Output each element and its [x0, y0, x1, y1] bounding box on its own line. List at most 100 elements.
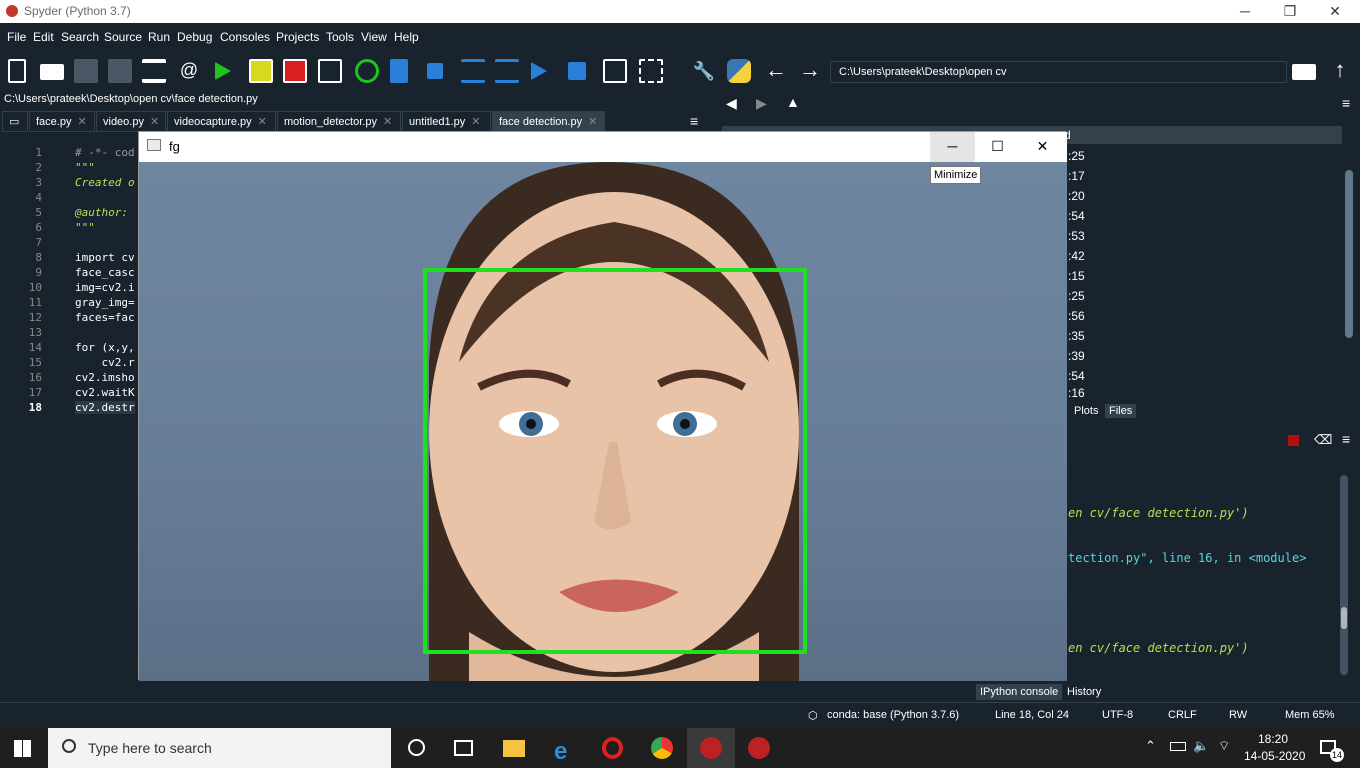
menu-search[interactable]: Search — [61, 30, 99, 44]
files-forward-icon[interactable]: ▶ — [756, 95, 767, 112]
clear-console-icon[interactable]: ⌫ — [1314, 432, 1332, 448]
close-button[interactable]: ✕ — [1312, 0, 1358, 23]
at-icon[interactable]: @ — [177, 59, 201, 83]
outline-icon[interactable] — [142, 59, 166, 83]
tab-untitled1-py[interactable]: untitled1.py ✕ — [402, 111, 491, 132]
chrome-icon[interactable] — [651, 737, 673, 759]
close-tab-icon[interactable]: ✕ — [258, 116, 267, 128]
tab-browse-icon[interactable]: ▭ — [2, 111, 28, 132]
preferences-wrench-icon[interactable]: 🔧 — [692, 59, 716, 83]
tab-label: face detection.py — [499, 116, 583, 128]
tab-motion-detector-py[interactable]: motion_detector.py ✕ — [277, 111, 401, 132]
file-explorer-icon[interactable] — [503, 740, 525, 757]
tab-history[interactable]: History — [1063, 684, 1105, 700]
close-tab-icon[interactable]: ✕ — [77, 116, 86, 128]
console-scrollbar[interactable] — [1340, 475, 1348, 675]
spyder-second-taskbar-icon[interactable] — [748, 737, 770, 759]
tab-ipython-console[interactable]: IPython console — [976, 684, 1063, 700]
run-cell-icon[interactable] — [249, 59, 273, 83]
interrupt-kernel-icon[interactable] — [1288, 435, 1299, 446]
tab-files[interactable]: Files — [1105, 404, 1137, 418]
cortana-icon[interactable] — [408, 739, 425, 756]
parent-dir-arrow-icon[interactable]: ↑ — [1328, 59, 1352, 83]
menu-tools[interactable]: Tools — [326, 30, 354, 44]
fg-window-title: fg — [169, 139, 180, 154]
file-time: :54 — [1068, 209, 1085, 223]
tab-face-py[interactable]: face.py ✕ — [29, 111, 95, 132]
save-all-icon[interactable] — [108, 59, 132, 83]
tab-options-menu-icon[interactable]: ≡ — [690, 113, 698, 129]
menu-file[interactable]: File — [7, 30, 26, 44]
file-time: :39 — [1068, 349, 1085, 363]
tab-video-py[interactable]: video.py ✕ — [96, 111, 166, 132]
menu-consoles[interactable]: Consoles — [220, 30, 270, 44]
debug-icon[interactable] — [390, 59, 408, 83]
close-tab-icon[interactable]: ✕ — [383, 116, 392, 128]
tab-face-detection-py[interactable]: face detection.py ✕ — [492, 111, 605, 132]
menu-view[interactable]: View — [361, 30, 387, 44]
tray-chevron-icon[interactable]: ⌃ — [1145, 738, 1156, 754]
close-tab-icon[interactable]: ✕ — [588, 116, 597, 128]
face-detection-box — [423, 268, 807, 654]
continue-icon[interactable] — [531, 62, 547, 80]
line-number: 2 — [35, 161, 42, 174]
edge-icon[interactable]: e — [554, 738, 567, 766]
editor-file-path: C:\Users\prateek\Desktop\open cv\face de… — [4, 93, 258, 105]
wifi-icon[interactable]: ⌔ — [1218, 738, 1230, 754]
line-number: 10 — [28, 281, 42, 294]
menu-help[interactable]: Help — [394, 30, 419, 44]
console-scrollbar-handle[interactable] — [1341, 607, 1347, 629]
step-icon[interactable] — [427, 63, 443, 79]
volume-icon[interactable]: 🔈 — [1193, 738, 1209, 754]
rerun-icon[interactable] — [355, 59, 379, 83]
menu-edit[interactable]: Edit — [33, 30, 54, 44]
windows-start-icon[interactable] — [14, 740, 31, 757]
files-up-icon[interactable]: ▲ — [786, 94, 800, 110]
browse-folder-icon[interactable] — [1292, 64, 1316, 80]
maximize-pane-icon[interactable] — [603, 59, 627, 83]
console-options-menu-icon[interactable]: ≡ — [1342, 431, 1350, 447]
menu-source[interactable]: Source — [104, 30, 142, 44]
fg-minimize-button[interactable]: ─ — [930, 132, 975, 162]
run-cell-advance-icon[interactable] — [283, 59, 307, 83]
battery-icon[interactable] — [1170, 742, 1186, 751]
run-icon[interactable] — [215, 62, 231, 80]
fg-maximize-button[interactable]: ☐ — [975, 132, 1020, 162]
back-arrow-icon[interactable]: ← — [764, 59, 788, 83]
menu-debug[interactable]: Debug — [177, 30, 212, 44]
files-scrollbar[interactable] — [1345, 170, 1353, 338]
file-time: :54 — [1068, 369, 1085, 383]
minimize-button[interactable]: ─ — [1222, 0, 1268, 23]
tab-plots[interactable]: Plots — [1070, 404, 1102, 418]
taskbar-search-box[interactable]: Type here to search — [48, 728, 391, 768]
run-selection-icon[interactable] — [318, 59, 342, 83]
step-return-icon[interactable] — [495, 59, 519, 83]
python-path-icon[interactable] — [727, 59, 751, 83]
files-options-menu-icon[interactable]: ≡ — [1342, 95, 1350, 111]
code-line: img=cv2.i — [75, 281, 135, 294]
menu-projects[interactable]: Projects — [276, 30, 319, 44]
fullscreen-icon[interactable] — [639, 59, 663, 83]
task-view-icon[interactable] — [454, 740, 473, 756]
step-into-icon[interactable] — [461, 59, 485, 83]
editor-tabs: ▭ face.py ✕ video.py ✕ videocapture.py ✕ mo… — [0, 111, 714, 132]
files-back-icon[interactable]: ◀ — [726, 95, 737, 112]
code-line: cv2.waitK — [75, 386, 135, 399]
close-tab-icon[interactable]: ✕ — [150, 116, 159, 128]
menu-run[interactable]: Run — [148, 30, 170, 44]
close-tab-icon[interactable]: ✕ — [471, 116, 480, 128]
fg-close-button[interactable]: ✕ — [1020, 132, 1065, 162]
forward-arrow-icon[interactable]: → — [798, 59, 822, 83]
tab-label: face.py — [36, 116, 72, 128]
stop-icon[interactable] — [568, 62, 586, 80]
new-file-icon[interactable] — [8, 59, 26, 83]
code-line: cv2.destr — [75, 401, 135, 414]
tab-videocapture-py[interactable]: videocapture.py ✕ — [167, 111, 276, 132]
working-directory-input[interactable]: C:\Users\prateek\Desktop\open cv — [830, 61, 1287, 83]
clock-date[interactable]: 14-05-2020 — [1244, 749, 1305, 763]
opera-icon[interactable] — [602, 737, 623, 759]
maximize-button[interactable]: ❐ — [1267, 0, 1313, 23]
clock-time[interactable]: 18:20 — [1258, 732, 1288, 746]
open-file-icon[interactable] — [40, 64, 64, 80]
save-icon[interactable] — [74, 59, 98, 83]
